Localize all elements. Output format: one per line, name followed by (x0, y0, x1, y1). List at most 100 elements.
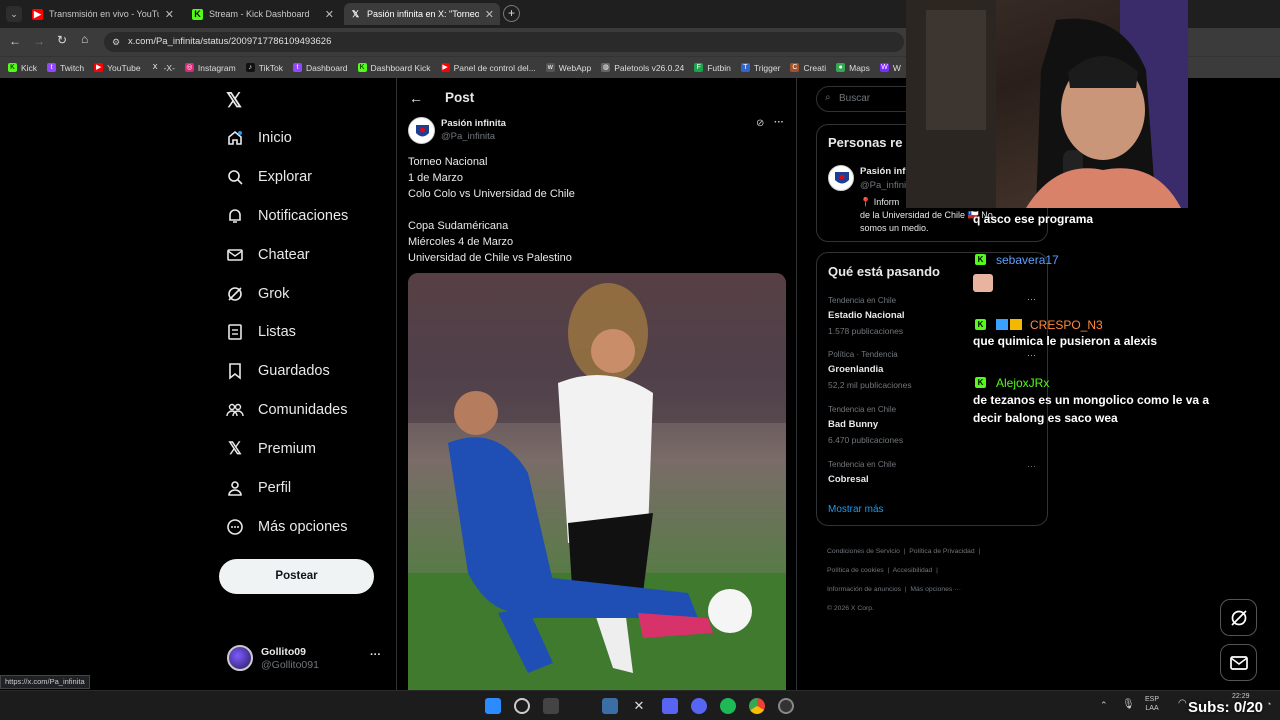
footer-link[interactable]: Condiciones de Servicio (827, 548, 900, 555)
bookmark-x[interactable]: X -X- (151, 63, 175, 73)
suggested-user-name[interactable]: Pasión infi (860, 166, 908, 177)
site-info-icon[interactable]: ⚙ (112, 32, 120, 52)
wifi-icon[interactable]: ◠ (1178, 698, 1187, 709)
sidebar-item-inicio[interactable]: Inicio (226, 129, 292, 147)
sidebar-item-label: Chatear (258, 247, 310, 263)
avatar[interactable] (828, 165, 854, 191)
author-avatar[interactable] (408, 117, 435, 144)
bookmark-dashboard[interactable]: t Dashboard (292, 63, 348, 73)
bookmark-trigger[interactable]: T Trigger (740, 63, 780, 73)
sidebar-item-comunidades[interactable]: Comunidades (226, 401, 347, 419)
more-icon[interactable]: ··· (370, 649, 381, 661)
tab-youtube[interactable]: ▶ Transmisión en vivo - YouTube ✕ (26, 3, 180, 25)
kick-badge-icon: K (975, 254, 986, 266)
bookmark-twitch[interactable]: t Twitch (47, 63, 84, 73)
home-icon[interactable]: ⌂ (81, 32, 88, 46)
trend-more-icon[interactable]: ··· (1027, 461, 1036, 471)
sidebar-item-grok[interactable]: Grok (226, 285, 289, 303)
tray-chevron-icon[interactable]: ⌃ (1100, 700, 1108, 711)
footer-link[interactable]: Accesibilidad (893, 567, 933, 574)
show-more-link[interactable]: Mostrar más (828, 504, 884, 515)
bookmark-youtube[interactable]: ▶ YouTube (94, 63, 141, 73)
bookmark-kick[interactable]: K Kick (8, 63, 37, 73)
grok-icon[interactable]: ⊘ (756, 118, 764, 129)
tiktok-icon: ♪ (245, 63, 255, 72)
sidebar-item-perfil[interactable]: Perfil (226, 479, 291, 497)
url-text: x.com/Pa_infinita/status/200971778610949… (128, 36, 332, 47)
sidebar-item-premium[interactable]: 𝕏 Premium (226, 439, 316, 458)
sidebar-item-mas-opciones[interactable]: Más opciones (226, 518, 347, 536)
discord-icon[interactable] (691, 698, 707, 714)
chrome-icon[interactable] (749, 698, 765, 714)
footer-link[interactable]: Política de Privacidad (909, 548, 974, 555)
app-icon[interactable] (602, 698, 618, 714)
copyright: © 2026 X Corp. (827, 605, 874, 612)
bookmark-futbin[interactable]: F Futbin (694, 63, 731, 73)
tab-title: Transmisión en vivo - YouTube (49, 9, 159, 19)
trend-item[interactable]: Tendencia en Chile Cobresal (828, 460, 1038, 490)
footer-link[interactable]: Más opciones ··· (910, 586, 961, 593)
forward-arrow-icon[interactable]: → (33, 34, 45, 48)
tab-search-button[interactable]: ⌄ (6, 6, 22, 22)
messages-button[interactable] (1220, 644, 1257, 681)
footer-link[interactable]: Política de cookies (827, 567, 884, 574)
windows-start-icon[interactable] (485, 698, 501, 714)
grok-button[interactable] (1220, 599, 1257, 636)
sidebar-item-explorar[interactable]: Explorar (226, 168, 312, 186)
tab-x-post[interactable]: 𝕏 Pasión infinita en X: "Torneo N... ✕ (344, 3, 500, 25)
settings-icon[interactable] (543, 698, 559, 714)
emote-icon (973, 274, 993, 292)
tab-kick-dashboard[interactable]: K Stream - Kick Dashboard ✕ (186, 3, 340, 25)
trend-category: Tendencia en Chile (828, 460, 897, 469)
author-name[interactable]: Pasión infinita (441, 118, 506, 129)
post-line: 1 de Marzo (408, 172, 464, 184)
back-arrow-icon[interactable]: ← (409, 90, 423, 106)
spotify-icon[interactable] (720, 698, 736, 714)
sidebar-item-guardados[interactable]: Guardados (226, 362, 330, 380)
bookmark-dashboard-kick[interactable]: K Dashboard Kick (357, 63, 431, 73)
webcam-overlay (906, 0, 1188, 208)
sidebar-item-chatear[interactable]: Chatear (226, 246, 310, 264)
reload-icon[interactable]: ↻ (57, 33, 67, 47)
search-icon[interactable] (514, 698, 530, 714)
bookmark-creati[interactable]: C Creati (790, 63, 826, 73)
microphone-icon[interactable]: 🎙 (1122, 699, 1135, 710)
trend-category: Política · Tendencia (828, 350, 898, 359)
app-grid-icon[interactable] (662, 698, 678, 714)
url-field[interactable]: ⚙ x.com/Pa_infinita/status/2009717786109… (104, 32, 904, 52)
sidebar-item-label: Notificaciones (258, 208, 349, 224)
bookmark-instagram[interactable]: ◎ Instagram (184, 63, 236, 73)
bookmark-paletools[interactable]: ◍ Paletools v26.0.24 (601, 63, 684, 73)
bookmark-label: Maps (849, 62, 870, 73)
back-arrow-icon[interactable]: ← (9, 34, 21, 48)
x-logo-icon[interactable]: ✕ (631, 698, 647, 714)
close-icon[interactable]: ✕ (485, 8, 494, 21)
more-icon[interactable]: ··· (774, 117, 784, 128)
bookmark-maps[interactable]: ● Maps (836, 63, 870, 73)
search-icon (226, 168, 244, 186)
new-tab-button[interactable]: + (503, 5, 520, 22)
language-indicator[interactable]: ESP LAA (1145, 695, 1159, 713)
trend-category: Tendencia en Chile (828, 296, 897, 305)
post-column: ← Post Pasión infinita @Pa_infinita ⊘ ··… (396, 78, 797, 690)
kick-icon: K (8, 63, 17, 72)
sidebar-item-notificaciones[interactable]: Notificaciones (226, 207, 348, 225)
suggested-user-handle: @Pa_infini (860, 180, 907, 191)
close-icon[interactable]: ✕ (165, 8, 174, 21)
footer-link[interactable]: Información de anuncios (827, 586, 901, 593)
sidebar-item-listas[interactable]: Listas (226, 323, 296, 341)
bookmark-tiktok[interactable]: ♪ TikTok (245, 62, 283, 73)
account-switcher[interactable]: Gollito09 @Gollito091 ··· (227, 645, 397, 673)
x-logo-icon[interactable]: 𝕏 (226, 88, 242, 113)
bookmark-panel[interactable]: ▶ Panel de control del... (440, 63, 536, 73)
bookmark-label: TikTok (258, 62, 283, 73)
notification-bell-icon[interactable]: ◔ (1266, 699, 1271, 709)
chat-message: q asco ese programa (973, 212, 1094, 226)
post-image[interactable] (408, 273, 786, 690)
close-icon[interactable]: ✕ (325, 8, 334, 21)
author-handle[interactable]: @Pa_infinita (441, 131, 495, 142)
post-button[interactable]: Postear (219, 559, 374, 594)
app-icon[interactable] (778, 698, 794, 714)
bookmark-w[interactable]: WW (879, 63, 901, 73)
bookmark-webapp[interactable]: w WebApp (545, 63, 591, 73)
